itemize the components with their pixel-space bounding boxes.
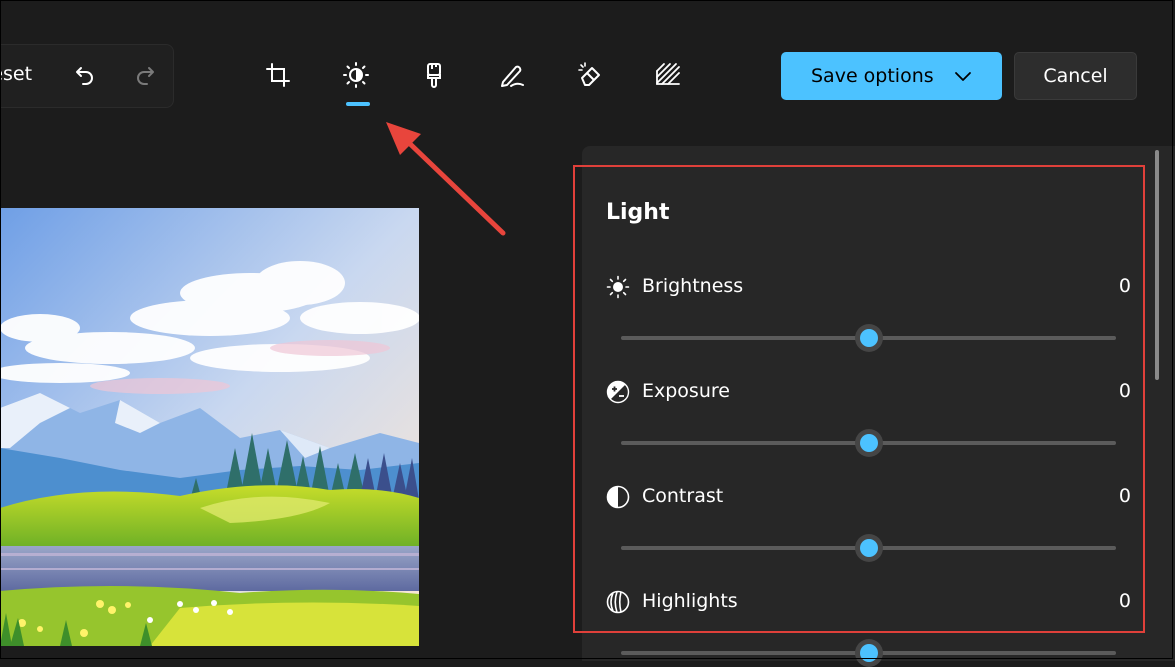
history-group: Reset bbox=[0, 44, 174, 108]
reset-button[interactable]: Reset bbox=[0, 63, 32, 85]
filter-icon[interactable] bbox=[419, 60, 449, 90]
chevron-down-icon bbox=[953, 66, 973, 86]
crop-icon[interactable] bbox=[263, 60, 293, 90]
adjustment-icon[interactable] bbox=[341, 60, 371, 90]
save-options-button[interactable]: Save options bbox=[781, 52, 1002, 100]
highlights-slider-thumb[interactable] bbox=[854, 639, 883, 667]
redo-icon[interactable] bbox=[129, 61, 159, 91]
markup-icon[interactable] bbox=[497, 60, 527, 90]
save-options-label: Save options bbox=[811, 65, 934, 87]
cancel-button[interactable]: Cancel bbox=[1014, 52, 1137, 100]
background-blur-icon[interactable] bbox=[653, 60, 683, 90]
undo-icon[interactable] bbox=[71, 61, 101, 91]
panel-scrollbar[interactable] bbox=[1155, 150, 1159, 380]
cancel-label: Cancel bbox=[1043, 65, 1108, 87]
active-tool-indicator bbox=[346, 102, 370, 106]
erase-icon[interactable] bbox=[575, 60, 605, 90]
edited-photo bbox=[0, 208, 419, 646]
annotation-highlight-box bbox=[573, 165, 1145, 633]
